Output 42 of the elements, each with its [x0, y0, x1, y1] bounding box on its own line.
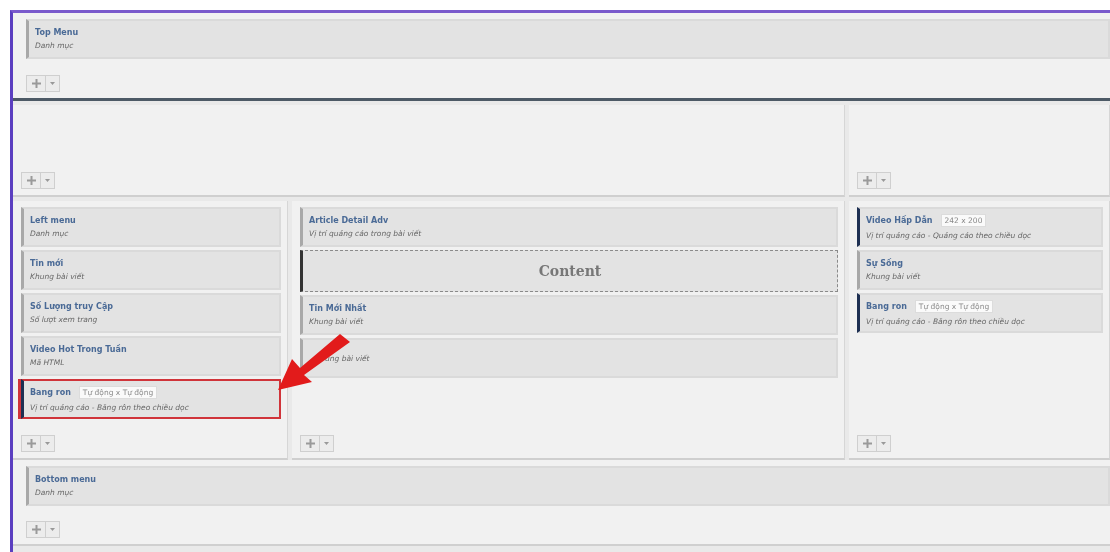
module-title: Top Menu [35, 28, 79, 37]
module-title: Sự Sống [866, 259, 903, 268]
add-button[interactable] [857, 172, 877, 189]
plus-icon [861, 438, 873, 449]
dropdown-button[interactable] [46, 521, 60, 538]
add-button[interactable] [21, 435, 41, 452]
plus-icon [30, 524, 42, 535]
add-button[interactable] [26, 521, 46, 538]
content-label: Content [538, 263, 602, 279]
add-button[interactable] [857, 435, 877, 452]
module-title: Tin mới [30, 259, 64, 268]
add-button[interactable] [26, 75, 46, 92]
caret-icon [881, 179, 886, 182]
module-title: Video Hấp Dẫn [866, 216, 933, 225]
caret-icon [324, 442, 329, 445]
dropdown-button[interactable] [877, 172, 891, 189]
add-button[interactable] [21, 172, 41, 189]
dropdown-button[interactable] [41, 172, 55, 189]
caret-icon [50, 528, 55, 531]
content-placeholder[interactable]: Content [300, 250, 838, 292]
caret-icon [45, 442, 50, 445]
module-title: Số Lượng truy Cập [30, 302, 113, 311]
plus-icon [861, 175, 873, 186]
add-button[interactable] [300, 435, 320, 452]
dropdown-button[interactable] [46, 75, 60, 92]
plus-icon [304, 438, 316, 449]
module-title: Video Hot Trong Tuần [30, 345, 127, 354]
dropdown-button[interactable] [320, 435, 334, 452]
module-title: Article Detail Adv [309, 216, 389, 225]
caret-icon [45, 179, 50, 182]
caret-icon [881, 442, 886, 445]
dropdown-button[interactable] [877, 435, 891, 452]
module-title: Tin Mới Nhất [309, 304, 367, 313]
module-title: Bottom menu [35, 475, 96, 484]
module-title: Bang ron [30, 388, 71, 397]
module-title: Left menu [30, 216, 76, 225]
plus-icon [25, 175, 37, 186]
caret-icon [50, 82, 55, 85]
plus-icon [30, 78, 42, 89]
module-title: Bang ron [866, 302, 907, 311]
plus-icon [25, 438, 37, 449]
dropdown-button[interactable] [41, 435, 55, 452]
